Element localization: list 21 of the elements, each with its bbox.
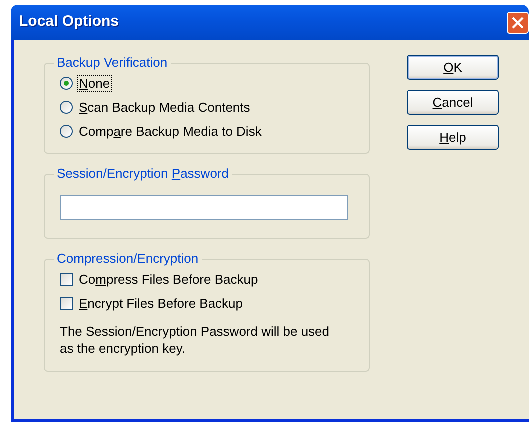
checkbox[interactable]	[60, 272, 73, 286]
checkbox-label[interactable]: Encrypt Files Before Backup	[77, 294, 246, 312]
radio-label[interactable]: Compare Backup Media to Disk	[77, 122, 264, 140]
group-title: Backup Verification	[56, 55, 169, 71]
group-title: Compression/Encryption	[56, 251, 200, 267]
checkbox[interactable]	[60, 296, 73, 310]
radio-label[interactable]: None	[77, 74, 112, 92]
dialog-button[interactable]: Cancel	[407, 90, 499, 115]
radio-label[interactable]: Scan Backup Media Contents	[77, 98, 252, 116]
note-text: The Session/Encryption Password will be used as the encryption key.	[60, 323, 330, 357]
dialog-button[interactable]: OK	[407, 55, 499, 80]
dialog-button[interactable]: Help	[407, 125, 499, 150]
radio-button[interactable]	[60, 100, 73, 114]
close-icon	[512, 16, 524, 28]
radio-button[interactable]	[60, 76, 73, 90]
close-button[interactable]	[507, 12, 529, 34]
window-title: Local Options	[19, 12, 120, 32]
group-title: Session/Encryption Password	[56, 166, 230, 182]
radio-button[interactable]	[60, 124, 73, 138]
password-field[interactable]	[60, 195, 348, 220]
checkbox-label[interactable]: Compress Files Before Backup	[77, 270, 260, 288]
